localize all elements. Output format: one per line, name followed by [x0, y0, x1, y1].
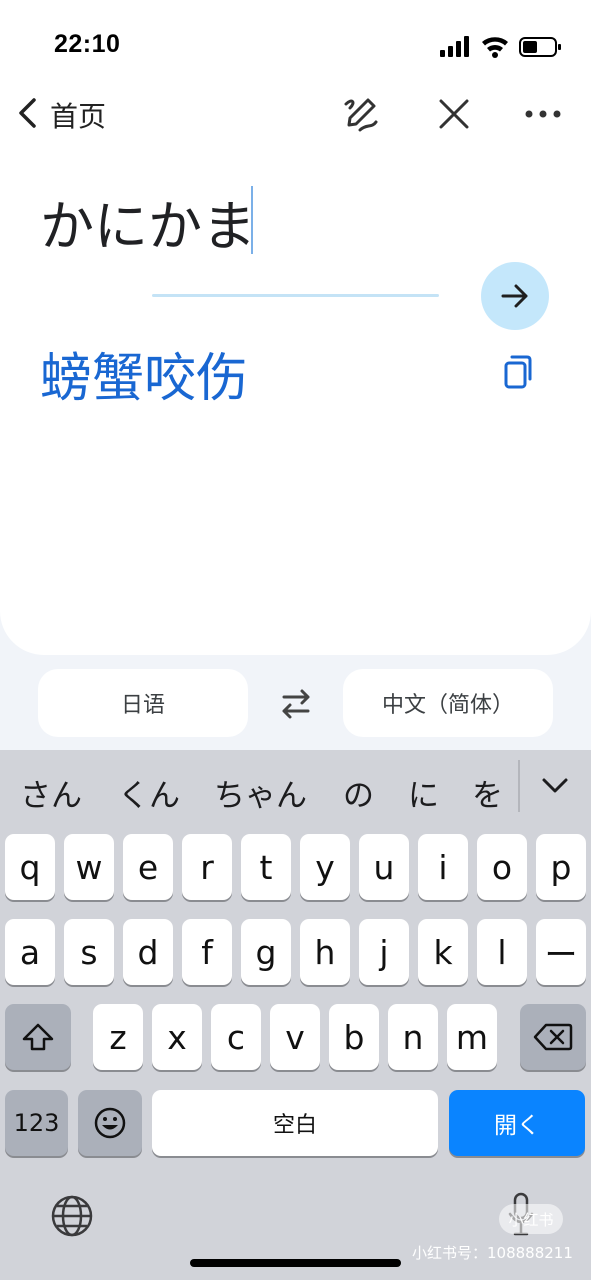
watermark-logo: 小红书 [499, 1204, 563, 1234]
key-k[interactable]: k [418, 919, 468, 985]
suggestion-4[interactable]: の [343, 770, 374, 815]
source-language-button[interactable]: 日语 [38, 669, 248, 737]
back-label[interactable]: 首页 [50, 95, 106, 135]
key-t[interactable]: t [241, 834, 291, 900]
copy-icon[interactable] [497, 350, 539, 392]
shift-icon [22, 1023, 54, 1051]
suggestion-5[interactable]: に [408, 770, 439, 815]
numbers-key[interactable]: 123 [5, 1090, 68, 1156]
key-a[interactable]: a [5, 919, 55, 985]
key-d[interactable]: d [123, 919, 173, 985]
translate-go-button[interactable] [481, 262, 549, 330]
key-j[interactable]: j [359, 919, 409, 985]
key-m[interactable]: m [447, 1004, 497, 1070]
suggestion-divider [518, 760, 520, 812]
key-v[interactable]: v [270, 1004, 320, 1070]
key-long-vowel[interactable]: ー [536, 919, 586, 985]
source-text-input[interactable]: かにかま [40, 182, 256, 261]
key-z[interactable]: z [93, 1004, 143, 1070]
key-u[interactable]: u [359, 834, 409, 900]
key-b[interactable]: b [329, 1004, 379, 1070]
key-q[interactable]: q [5, 834, 55, 900]
suggestion-1[interactable]: さん [20, 770, 82, 815]
key-s[interactable]: s [64, 919, 114, 985]
wifi-icon [482, 37, 508, 58]
close-icon[interactable] [432, 92, 476, 136]
watermark-text: 小红书号：108888211 [412, 1244, 573, 1262]
key-g[interactable]: g [241, 919, 291, 985]
status-time: 22:10 [54, 30, 121, 58]
key-w[interactable]: w [64, 834, 114, 900]
return-key[interactable]: 開く [449, 1090, 585, 1156]
emoji-icon [94, 1107, 126, 1139]
chevron-down-icon[interactable] [538, 768, 572, 802]
cellular-signal-icon [440, 36, 469, 57]
text-caret [251, 186, 253, 254]
backspace-key[interactable] [520, 1004, 586, 1070]
handwriting-pen-icon[interactable] [338, 92, 382, 136]
suggestion-3[interactable]: ちゃん [214, 770, 307, 815]
source-language-label: 日语 [120, 693, 165, 718]
suggestion-2[interactable]: くん [118, 770, 180, 815]
space-key[interactable]: 空白 [152, 1090, 438, 1156]
key-n[interactable]: n [388, 1004, 438, 1070]
emoji-key[interactable] [78, 1090, 142, 1156]
key-p[interactable]: p [536, 834, 586, 900]
key-x[interactable]: x [152, 1004, 202, 1070]
more-icon[interactable] [520, 92, 566, 136]
key-e[interactable]: e [123, 834, 173, 900]
status-icons [440, 36, 561, 58]
globe-icon[interactable] [50, 1194, 94, 1238]
swap-arrows-icon[interactable] [274, 684, 318, 724]
key-f[interactable]: f [182, 919, 232, 985]
suggestion-6[interactable]: を [472, 770, 503, 815]
shift-key[interactable] [5, 1004, 71, 1070]
battery-icon [519, 37, 561, 57]
key-y[interactable]: y [300, 834, 350, 900]
backspace-icon [533, 1023, 573, 1051]
key-l[interactable]: l [477, 919, 527, 985]
key-o[interactable]: o [477, 834, 527, 900]
home-indicator[interactable] [190, 1259, 401, 1267]
target-language-button[interactable]: 中文（简体） [343, 669, 553, 737]
translation-result: 螃蟹咬伤 [40, 349, 249, 409]
key-r[interactable]: r [182, 834, 232, 900]
arrow-right-icon [501, 284, 528, 308]
key-i[interactable]: i [418, 834, 468, 900]
target-language-label: 中文（简体） [381, 693, 514, 718]
key-c[interactable]: c [211, 1004, 261, 1070]
back-chevron-icon[interactable] [14, 94, 54, 134]
input-underline [152, 294, 439, 297]
key-h[interactable]: h [300, 919, 350, 985]
